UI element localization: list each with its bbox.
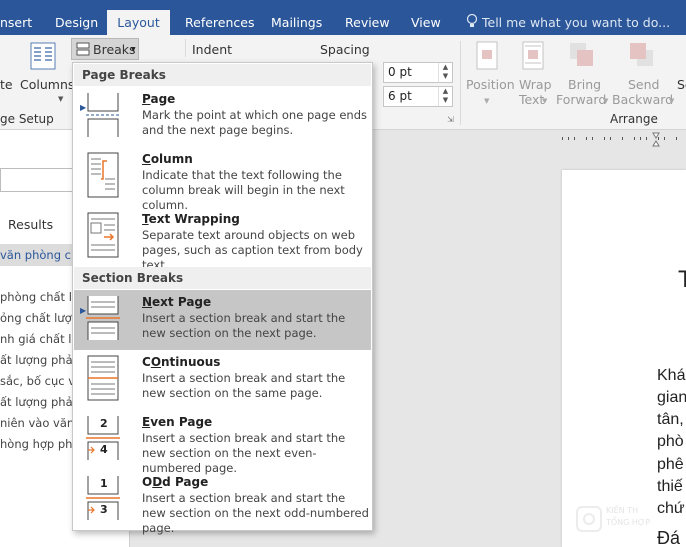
doc-line: Đá (657, 528, 681, 547)
indent-heading: Indent (192, 42, 233, 57)
arrange-group-label: Arrange (610, 112, 658, 126)
spacing-before-input[interactable]: 0 pt ▲ ▼ (383, 62, 453, 83)
bring-forward-line1[interactable]: Bring (568, 77, 601, 92)
send-backward-line2[interactable]: Backward (612, 92, 673, 107)
doc-line: Khá (657, 367, 686, 384)
doc-line: chứ (657, 500, 685, 517)
continuous-icon (86, 354, 120, 402)
tab-design[interactable]: Design (55, 15, 98, 30)
menu-item-title: ODd Page (142, 475, 209, 489)
menu-item-title: COntinuous (142, 355, 221, 369)
doc-heading: T (678, 266, 686, 293)
spin-arrows-icon[interactable]: ▲ ▼ (438, 87, 452, 106)
document-page[interactable]: T Khá gian tân, phò phê thiế chứ Đá KIẾN… (562, 170, 686, 547)
nav-tab-results[interactable]: Results (8, 217, 53, 232)
menu-item-description: Insert a section break and start the new… (142, 491, 369, 535)
wrap-text-button-line2[interactable]: Text (519, 92, 544, 107)
orientation-button-label[interactable]: te (0, 77, 13, 92)
breaks-icon (76, 42, 90, 59)
watermark-text: KIẾN TH (606, 506, 639, 515)
lightbulb-icon (466, 13, 478, 32)
doc-line: phò (657, 433, 684, 450)
breaks-dropdown-menu: Page Breaks ▶ Page Mark the point at whi… (72, 62, 373, 535)
menu-item-column-break[interactable]: Column Indicate that the text following … (74, 147, 371, 212)
page-break-icon (86, 91, 120, 139)
doc-line: thiế (657, 478, 683, 495)
position-button[interactable]: Position (466, 77, 515, 92)
chevron-down-icon: ▼ (603, 97, 609, 105)
select-button-partial[interactable]: Se (677, 77, 686, 92)
chevron-down-icon: ▼ (669, 97, 675, 105)
tab-review[interactable]: Review (345, 15, 390, 30)
nav-heading: văn phòng c (0, 248, 71, 262)
doc-line: phê (657, 456, 684, 473)
menu-item-title: Next Page (142, 295, 212, 309)
menu-item-odd-page[interactable]: 1 3 ODd Page Insert a section break and … (74, 470, 371, 535)
menu-item-continuous[interactable]: COntinuous Insert a section break and st… (74, 350, 371, 410)
even-icon-number: 4 (100, 443, 108, 456)
chevron-down-icon: ▼ (131, 46, 136, 53)
doc-line: gian (657, 389, 686, 406)
page-setup-group-label: ge Setup (0, 112, 54, 126)
ruler (560, 130, 686, 148)
menu-item-description: Insert a section break and start the new… (142, 311, 346, 340)
nav-heading[interactable]: ỏng chất lượn (0, 311, 79, 325)
chevron-down-icon: ▼ (542, 97, 548, 105)
nav-heading[interactable]: ất lượng phải (0, 395, 76, 409)
menu-item-title: Column (142, 152, 193, 166)
tab-layout[interactable]: Layout (107, 10, 170, 35)
position-icon (475, 41, 499, 74)
send-backward-line1[interactable]: Send (628, 77, 659, 92)
tell-me-search[interactable]: Tell me what you want to do... (482, 15, 670, 30)
tab-mailings[interactable]: Mailings (271, 15, 322, 30)
watermark-logo-icon (576, 506, 602, 535)
menu-item-even-page[interactable]: 2 4 Even Page Insert a section break and… (74, 410, 371, 475)
menu-item-title: Text Wrapping (142, 212, 240, 226)
menu-item-title: Page (142, 92, 176, 106)
columns-icon (30, 42, 56, 73)
nav-heading[interactable]: ất lượng phải (0, 353, 76, 367)
chevron-down-icon: ▼ (484, 97, 490, 105)
tab-insert[interactable]: nsert (0, 15, 32, 30)
spacing-after-input[interactable]: 6 pt ▲ ▼ (383, 86, 453, 107)
even-icon-number: 2 (100, 417, 108, 430)
menu-item-next-page[interactable]: ▶ Next Page Insert a section break and s… (74, 290, 371, 350)
text-wrapping-icon (86, 211, 120, 259)
breaks-button[interactable]: Breaks ▼ (71, 38, 139, 60)
tab-view[interactable]: View (411, 15, 441, 30)
menu-item-page-break[interactable]: ▶ Page Mark the point at which one page … (74, 87, 371, 147)
send-backward-icon (628, 41, 656, 74)
ribbon-tab-bar: nsert Design Layout References Mailings … (0, 0, 686, 35)
page-breaks-header: Page Breaks (74, 64, 371, 86)
bring-forward-icon (568, 41, 596, 74)
spacing-heading: Spacing (320, 42, 370, 57)
odd-icon-number: 1 (100, 477, 108, 490)
doc-line: tân, (657, 411, 684, 428)
next-page-icon (86, 294, 120, 342)
section-breaks-header: Section Breaks (74, 267, 371, 289)
spacing-before-value: 0 pt (388, 65, 412, 79)
tab-references[interactable]: References (185, 15, 254, 30)
menu-item-description: Mark the point at which one page ends an… (142, 108, 367, 137)
nav-heading[interactable]: phòng chất l (0, 290, 72, 304)
odd-icon-number: 3 (100, 503, 108, 516)
columns-button[interactable]: Columns (20, 77, 74, 92)
chevron-down-icon: ▼ (58, 95, 64, 103)
bring-forward-line2[interactable]: Forward (556, 92, 606, 107)
dialog-launcher-icon[interactable]: ⇲ (447, 115, 454, 124)
watermark-text: TỔNG HỢP (606, 518, 651, 527)
column-break-icon (86, 151, 120, 199)
nav-heading[interactable]: nh giá chất lư (0, 332, 79, 346)
menu-item-title: Even Page (142, 415, 213, 429)
wrap-text-icon (521, 41, 545, 74)
spin-arrows-icon[interactable]: ▲ ▼ (438, 63, 452, 82)
menu-item-description: Insert a section break and start the new… (142, 371, 346, 400)
wrap-text-button-line1[interactable]: Wrap (519, 77, 552, 92)
breaks-label: Breaks (93, 42, 136, 57)
nav-heading[interactable]: hòng hợp phé (0, 437, 80, 451)
spacing-after-value: 6 pt (388, 89, 412, 103)
menu-item-text-wrapping[interactable]: Text Wrapping Separate text around objec… (74, 207, 371, 272)
nav-heading[interactable]: sắc, bố cục và (0, 374, 82, 388)
